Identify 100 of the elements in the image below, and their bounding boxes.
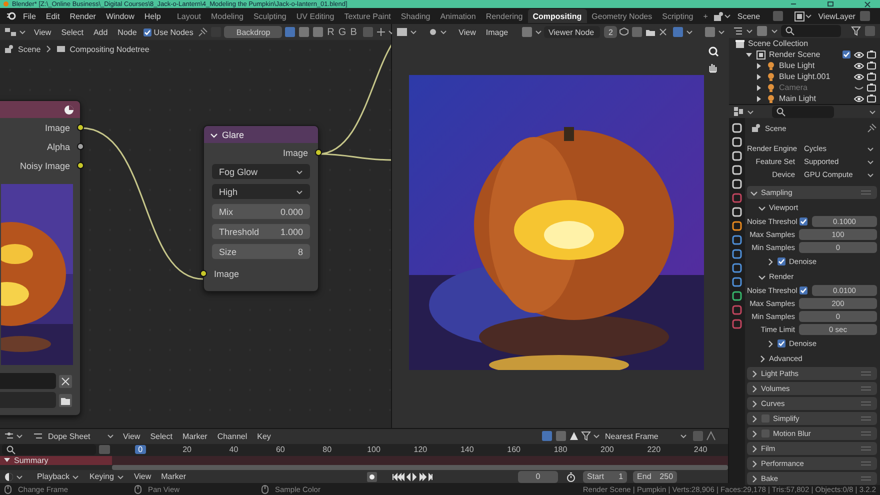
menu-item[interactable]: Edit: [40, 12, 65, 20]
view-icon[interactable]: [428, 27, 438, 37]
tree-item[interactable]: Blue Light.001: [779, 72, 830, 81]
zoom-icon[interactable]: [708, 46, 719, 57]
camera-icon[interactable]: [867, 83, 876, 92]
close-icon[interactable]: [58, 374, 73, 388]
menu-item[interactable]: Add: [89, 28, 112, 36]
exclude-checkbox[interactable]: [842, 50, 851, 59]
scrollbar[interactable]: [112, 465, 728, 470]
dropdown[interactable]: Fog Glow: [212, 164, 310, 179]
use-nodes-checkbox[interactable]: [142, 28, 152, 36]
collapse-icon[interactable]: [210, 130, 218, 138]
start-frame-field[interactable]: Start 1: [583, 470, 628, 483]
disclosure-icon[interactable]: [755, 62, 763, 70]
menu-dropdown[interactable]: Keying: [85, 472, 128, 482]
node-editor-icon[interactable]: [4, 26, 17, 38]
search-field[interactable]: [772, 106, 834, 118]
disclosure-icon[interactable]: [750, 370, 758, 378]
disclosure-icon[interactable]: [745, 50, 753, 58]
tree-item[interactable]: Main Light: [779, 94, 816, 103]
menu-item[interactable]: Window: [100, 12, 140, 20]
workspace-tab[interactable]: Compositing: [528, 9, 587, 23]
proportional-icon[interactable]: [569, 431, 579, 442]
shield-icon[interactable]: [618, 27, 629, 37]
menu-item[interactable]: Marker: [178, 432, 212, 441]
move-icon[interactable]: [376, 27, 386, 37]
tree-item[interactable]: Scene Collection: [748, 39, 808, 48]
disclosure-icon[interactable]: [766, 258, 774, 266]
menu-item[interactable]: Marker: [157, 472, 190, 482]
socket[interactable]: [77, 143, 84, 150]
frame-number[interactable]: 0: [135, 445, 146, 454]
checkbox-label[interactable]: Use Nodes: [154, 28, 194, 36]
drag-handle-icon[interactable]: [861, 190, 871, 195]
workspace-tab[interactable]: Layout: [172, 9, 206, 23]
workspace-tab[interactable]: Scripting: [657, 9, 698, 23]
camera-icon[interactable]: [867, 72, 876, 81]
playback-controls-drawing[interactable]: [392, 472, 434, 482]
menu-item[interactable]: Select: [57, 28, 88, 36]
record-icon[interactable]: [366, 470, 378, 483]
tree-item[interactable]: Blue Light: [779, 61, 815, 70]
channel-toggle[interactable]: G: [337, 26, 348, 38]
folder-icon[interactable]: [644, 27, 656, 37]
socket[interactable]: [200, 270, 207, 277]
dope-sheet-icon[interactable]: [4, 431, 14, 442]
end-frame-field[interactable]: End 250: [633, 470, 678, 483]
disclosure-icon[interactable]: [758, 354, 766, 362]
menu-item[interactable]: Image: [482, 28, 512, 36]
menu-item[interactable]: View: [454, 28, 480, 36]
menu-item[interactable]: File: [18, 12, 41, 20]
menu-item[interactable]: View: [119, 432, 144, 441]
disclosure-icon[interactable]: [750, 444, 758, 452]
workspace-tab[interactable]: Modeling: [206, 9, 248, 23]
tree-item[interactable]: Render Scene: [769, 50, 820, 59]
curve-icon[interactable]: [706, 431, 716, 442]
blender-logo-icon[interactable]: [6, 10, 18, 22]
disclosure-icon[interactable]: [750, 430, 758, 438]
eye-icon[interactable]: [854, 50, 864, 58]
disclosure-icon[interactable]: [758, 204, 766, 212]
disclosure-icon[interactable]: [750, 384, 758, 392]
camera-icon[interactable]: [867, 50, 876, 59]
disclosure-icon[interactable]: [3, 456, 11, 464]
filter-icon[interactable]: [581, 431, 591, 442]
checkbox[interactable]: [799, 286, 808, 295]
eye-closed-icon[interactable]: [854, 84, 864, 92]
channel-toggle[interactable]: R: [326, 26, 336, 38]
menu-item[interactable]: View: [30, 28, 56, 36]
workspace-tab[interactable]: Sculpting: [248, 9, 292, 23]
drag-handle-icon[interactable]: [861, 416, 871, 421]
disclosure-icon[interactable]: [755, 72, 763, 80]
dope-sheet-icon[interactable]: [33, 431, 43, 442]
add-workspace-button[interactable]: +: [698, 9, 713, 23]
snap-dropdown[interactable]: Nearest Frame: [602, 432, 690, 441]
menu-item[interactable]: Help: [139, 12, 166, 20]
workspace-tab[interactable]: Animation: [435, 9, 481, 23]
channel-row[interactable]: Summary: [0, 456, 112, 466]
channel-toggle[interactable]: B: [349, 26, 358, 38]
menu-item[interactable]: Key: [253, 432, 275, 441]
disclosure-icon[interactable]: [750, 474, 758, 482]
pin-icon[interactable]: [197, 26, 208, 38]
hand-icon[interactable]: [707, 62, 719, 74]
search-field[interactable]: [2, 444, 96, 456]
socket[interactable]: [77, 162, 84, 169]
disclosure-icon[interactable]: [750, 460, 758, 468]
pin-icon[interactable]: [866, 122, 877, 134]
disclosure-icon[interactable]: [750, 188, 758, 196]
eye-icon[interactable]: [854, 94, 864, 102]
drag-handle-icon[interactable]: [861, 386, 871, 391]
mode-dropdown[interactable]: Dope Sheet: [45, 432, 117, 441]
checkbox[interactable]: [777, 257, 786, 266]
drag-handle-icon[interactable]: [861, 446, 871, 451]
image-editor-icon[interactable]: [396, 26, 408, 38]
folder-icon[interactable]: [58, 392, 73, 408]
drag-handle-icon[interactable]: [861, 371, 871, 376]
menu-dropdown[interactable]: Playback: [33, 472, 84, 482]
number-field[interactable]: Size 8: [212, 244, 310, 259]
workspace-tab[interactable]: Shading: [396, 9, 436, 23]
backdrop-button[interactable]: Backdrop: [224, 26, 282, 38]
menu-item[interactable]: Channel: [213, 432, 252, 441]
menu-item[interactable]: Node: [114, 28, 141, 36]
socket[interactable]: [315, 149, 322, 156]
